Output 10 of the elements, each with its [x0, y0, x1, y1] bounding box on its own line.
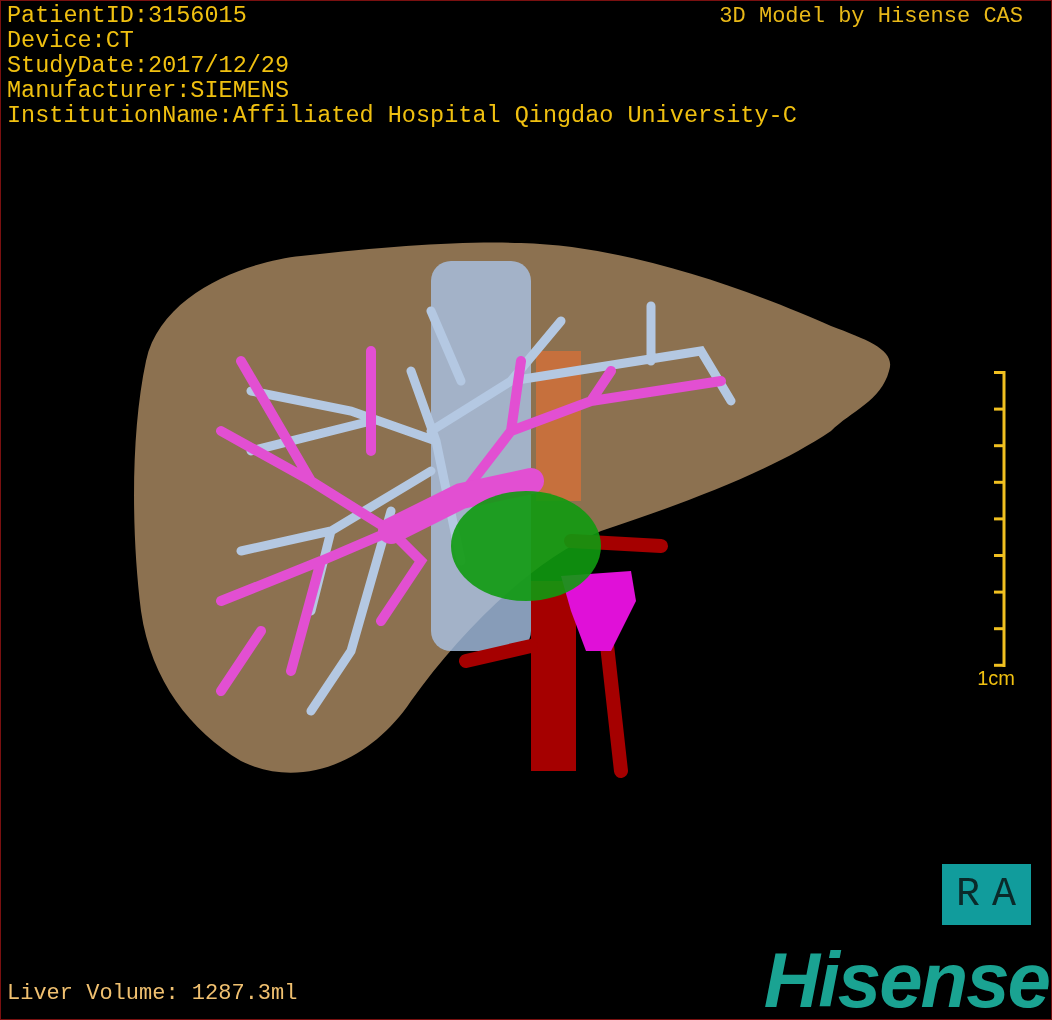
brand-logo: Hisense	[763, 945, 1049, 1015]
patient-info-text: StudyDate:2017/12/29	[7, 53, 290, 78]
orientation-badge: RA	[942, 864, 1031, 925]
liver-volume-text: Liver Volume: 1287.3ml	[7, 981, 298, 1007]
patient-info-text: Device:CT	[7, 28, 134, 53]
patient-info-text: Manufacturer:SIEMENS	[7, 78, 290, 103]
viewer-title: 3D Model by Hisense CAS	[719, 3, 1023, 31]
patient-info-text: PatientID:3156015	[7, 3, 247, 28]
patient-info-text: InstitutionName:Affiliated Hospital Qingdao University-C	[7, 103, 797, 128]
scale-label: 1cm	[977, 667, 1015, 690]
